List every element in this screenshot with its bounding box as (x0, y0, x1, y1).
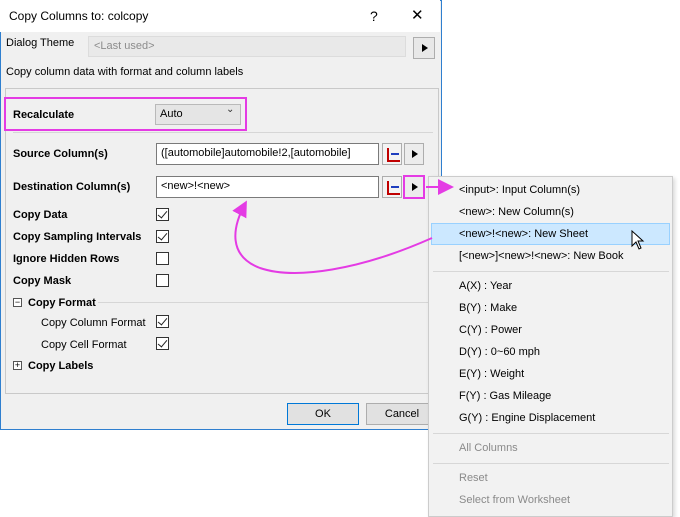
annotation-curved-arrow (232, 200, 433, 274)
annotation-overlay (232, 179, 645, 274)
mouse-cursor-icon (631, 229, 645, 250)
